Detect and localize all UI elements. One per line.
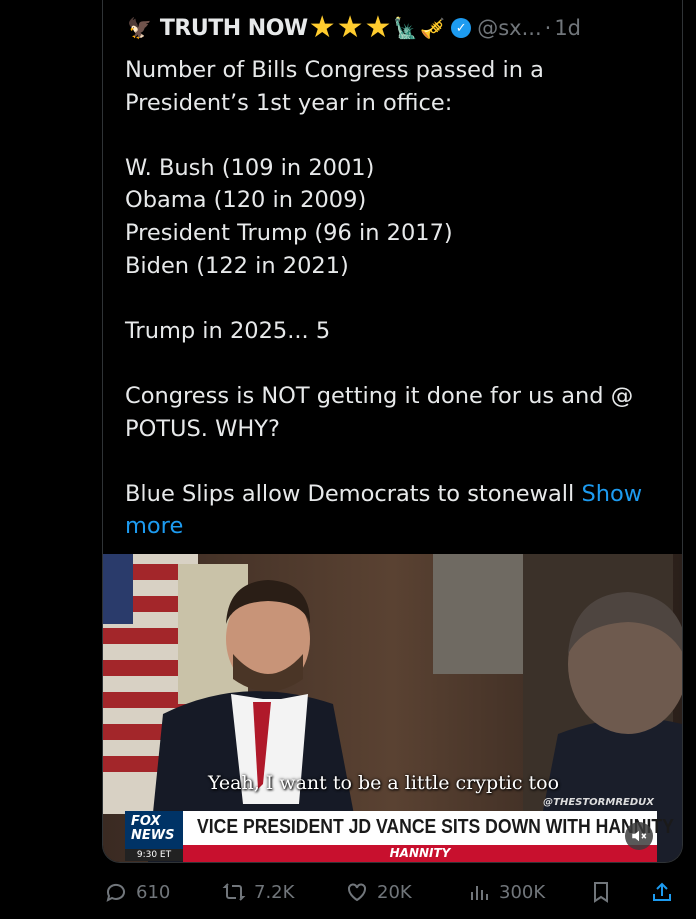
text-line: POTUS. WHY? <box>125 415 280 442</box>
statue-of-liberty-icon: 🗽 <box>393 16 419 40</box>
airtime: 9:30 ET <box>125 849 183 861</box>
post-time[interactable]: 1d <box>554 16 581 40</box>
watermark: @THESTORMREDUX <box>543 797 654 808</box>
post-text: Number of Bills Congress passed in a Pre… <box>125 54 665 543</box>
like-count: 20K <box>377 881 412 903</box>
views-count: 300K <box>499 881 546 903</box>
text-line: Number of Bills Congress passed in a <box>125 57 544 83</box>
video-subtitle: Yeah, I want to be a little cryptic too <box>208 772 560 794</box>
like-button[interactable]: 20K <box>345 872 412 912</box>
logo-line-2: NEWS <box>131 828 175 843</box>
display-name[interactable]: TRUTH NOW <box>160 16 308 41</box>
bookmark-button[interactable] <box>589 872 621 912</box>
logo-line-1: FOX <box>131 814 161 829</box>
share-button[interactable] <box>650 872 682 912</box>
text-line: President’s 1st year in office: <box>125 89 453 116</box>
star-icon: ★ <box>308 10 336 45</box>
reply-icon <box>106 883 125 902</box>
text-line: Obama (120 in 2009) <box>125 187 367 214</box>
reply-button[interactable]: 610 <box>104 872 170 912</box>
text-line: Blue Slips allow Democrats to stonewall <box>125 480 575 507</box>
views-icon <box>471 886 488 900</box>
network-logo: FOX NEWS <box>125 811 183 849</box>
news-chyron: VICE PRESIDENT JD VANCE SITS DOWN WITH H… <box>127 811 674 845</box>
text-line: Biden (122 in 2021) <box>125 252 349 279</box>
text-line: Trump in 2025... 5 <box>125 317 331 344</box>
show-more-link-continued[interactable]: more <box>125 513 183 539</box>
post-card[interactable]: 🦅 TRUTH NOW ★ ★ ★ 🗽 🎺 ✓ @sx... · 1d Numb… <box>102 0 683 863</box>
text-line: W. Bush (109 in 2001) <box>125 154 375 181</box>
video-player[interactable]: Yeah, I want to be a little cryptic too … <box>103 554 682 862</box>
action-bar: 610 7.2K 20K 300K <box>0 872 696 912</box>
star-icon: ★ <box>336 10 364 45</box>
separator: · <box>544 16 552 40</box>
show-name-bar: HANNITY <box>183 845 657 862</box>
trumpet-icon: 🎺 <box>420 16 446 40</box>
repost-icon <box>222 883 246 901</box>
star-icon: ★ <box>364 10 392 45</box>
repost-count: 7.2K <box>254 881 295 903</box>
reply-count: 610 <box>136 881 171 903</box>
chyron-text: VICE PRESIDENT JD VANCE SITS DOWN WITH H… <box>197 816 674 838</box>
verified-badge-icon[interactable]: ✓ <box>451 18 472 38</box>
post-header: 🦅 TRUTH NOW ★ ★ ★ 🗽 🎺 ✓ @sx... · 1d <box>125 12 581 44</box>
repost-button[interactable]: 7.2K <box>222 872 294 912</box>
share-icon <box>653 882 671 901</box>
bookmark-icon <box>594 882 608 903</box>
text-line: Congress is NOT getting it done for us a… <box>125 382 634 409</box>
eagle-flag-icon: 🦅 <box>127 16 152 40</box>
heart-icon <box>348 883 366 902</box>
mute-icon[interactable] <box>625 822 653 850</box>
show-more-link[interactable]: Show <box>581 481 642 507</box>
handle[interactable]: @sx... <box>477 16 541 40</box>
text-line: President Trump (96 in 2017) <box>125 219 453 246</box>
views-button[interactable]: 300K <box>467 872 545 912</box>
